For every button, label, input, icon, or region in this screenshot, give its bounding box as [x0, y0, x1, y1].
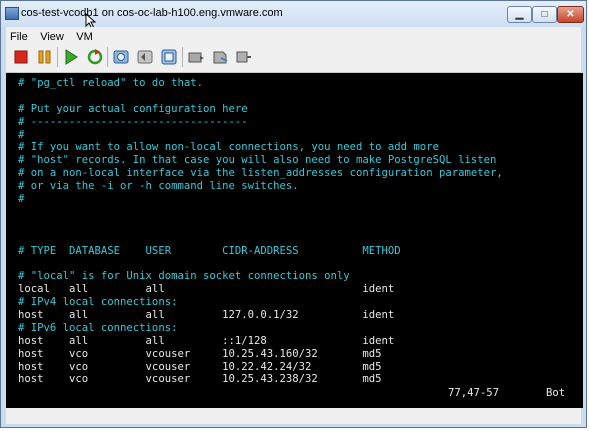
suspend-icon: [38, 50, 51, 64]
vm-console-window: cos-test-vcodb1 on cos-oc-lab-h100.eng.v…: [0, 0, 587, 428]
toolbar-separator: [107, 47, 108, 67]
terminal-line: # IPv4 local connections:: [18, 296, 178, 309]
terminal-line: # "pg_ctl reload" to do that.: [18, 77, 203, 89]
terminal-line: # "host" records. In that case you will …: [18, 154, 497, 167]
terminal-line: # IPv6 local connections:: [18, 321, 178, 334]
terminal-line: # "local" is for Unix domain socket conn…: [18, 270, 350, 283]
scroll-position: Bot: [546, 387, 566, 399]
minimize-icon: ▁: [515, 9, 524, 20]
window-title: cos-test-vcodb1 on cos-oc-lab-h100.eng.v…: [21, 7, 283, 19]
power-off-icon: [14, 50, 28, 64]
vm-app-icon: [5, 7, 19, 20]
reset-icon: [87, 49, 103, 65]
terminal-line: local all all ident: [18, 283, 395, 296]
terminal-line: host vco vcouser 10.22.42.24/32 md5: [18, 360, 382, 373]
terminal-line: # or via the -i or -h command line switc…: [18, 180, 299, 193]
connect-cd-button[interactable]: [187, 48, 205, 66]
floppy-icon: [213, 51, 228, 64]
cd-drive-icon: [188, 52, 204, 63]
manage-snapshots-button[interactable]: [160, 48, 178, 66]
status-bar: [6, 408, 581, 424]
power-on-button[interactable]: [62, 48, 80, 66]
terminal-line: # If you want to allow non-local connect…: [18, 141, 439, 154]
title-bar[interactable]: cos-test-vcodb1 on cos-oc-lab-h100.eng.v…: [1, 1, 586, 29]
maximize-icon: □: [541, 9, 548, 20]
terminal-line: # Put your actual configuration here: [18, 102, 248, 115]
terminal-line: #: [18, 193, 25, 206]
terminal-line: # TYPE DATABASE USER CIDR-ADDRESS METHOD: [18, 244, 401, 257]
close-button[interactable]: ✕: [557, 6, 584, 23]
terminal-line: #: [18, 128, 25, 141]
terminal-line: # ----------------------------------: [18, 115, 248, 128]
vim-status-line: 77,47-57 Bot: [18, 386, 573, 400]
power-off-button[interactable]: [12, 48, 30, 66]
terminal-text: # "pg_ctl reload" to do that. # Put your …: [18, 77, 579, 408]
network-icon: [236, 51, 251, 63]
reset-button[interactable]: [86, 48, 104, 66]
toolbar-separator: [182, 47, 183, 67]
close-icon: ✕: [566, 9, 575, 20]
toolbar: [6, 42, 581, 73]
revert-snapshot-button[interactable]: [136, 48, 154, 66]
terminal-line: host vco vcouser 10.25.43.238/32 md5: [18, 373, 382, 386]
connect-floppy-button[interactable]: [211, 48, 229, 66]
terminal-line: # on a non-local interface via the liste…: [18, 167, 503, 180]
revert-snapshot-icon: [137, 50, 153, 64]
toolbar-separator: [57, 47, 58, 67]
cursor-position: 77,47-57: [448, 387, 500, 399]
minimize-button[interactable]: ▁: [507, 6, 532, 23]
manage-snapshots-icon: [161, 49, 177, 65]
snapshot-button[interactable]: [112, 48, 130, 66]
terminal-line: host all all ::1/128 ident: [18, 334, 395, 347]
terminal-line: host all all 127.0.0.1/32 ident: [18, 309, 395, 322]
vm-console-screen[interactable]: # "pg_ctl reload" to do that. # Put your …: [6, 73, 583, 408]
menu-bar: File View VM: [6, 27, 581, 43]
suspend-button[interactable]: [36, 48, 54, 66]
maximize-button[interactable]: □: [532, 6, 557, 23]
connect-network-button[interactable]: [235, 48, 253, 66]
terminal-line: host vco vcouser 10.25.43.160/32 md5: [18, 347, 382, 360]
power-on-icon: [65, 49, 78, 65]
snapshot-icon: [113, 50, 129, 64]
